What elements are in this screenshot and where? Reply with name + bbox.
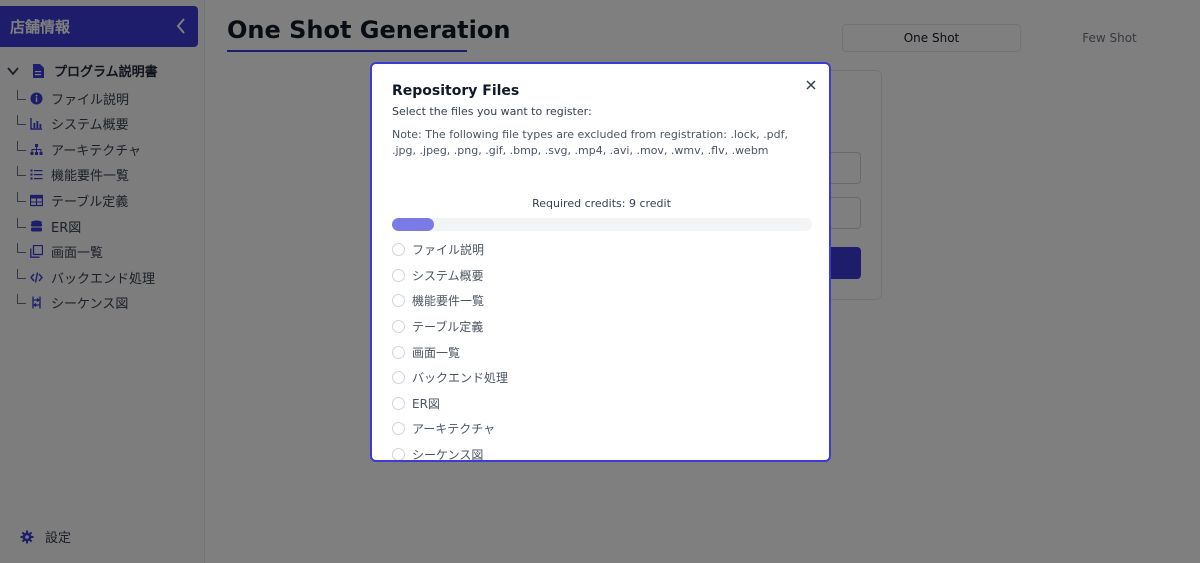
radio-button[interactable] — [392, 448, 405, 460]
modal-body: Repository Files Select the files you wa… — [372, 64, 829, 460]
file-label: ファイル説明 — [412, 243, 485, 258]
list-item[interactable]: アーキテクチャ — [392, 416, 812, 442]
file-label: アーキテクチャ — [412, 422, 496, 437]
radio-button[interactable] — [392, 268, 405, 282]
modal-title: Repository Files — [392, 83, 520, 99]
radio-button[interactable] — [392, 422, 405, 436]
file-label: 画面一覧 — [412, 345, 461, 360]
file-label: ER図 — [412, 396, 440, 411]
file-label: バックエンド処理 — [412, 371, 509, 386]
file-label: 機能要件一覧 — [412, 294, 485, 309]
list-item[interactable]: シーケンス図 — [392, 442, 812, 462]
list-item[interactable]: 機能要件一覧 — [392, 288, 812, 314]
list-item[interactable]: システム概要 — [392, 263, 812, 289]
file-label: テーブル定義 — [412, 320, 484, 335]
repository-files-modal: Repository Files Select the files you wa… — [370, 62, 831, 462]
list-item[interactable]: 画面一覧 — [392, 339, 812, 365]
radio-button[interactable] — [392, 294, 405, 308]
radio-button[interactable] — [392, 345, 405, 359]
radio-button[interactable] — [392, 320, 405, 334]
required-credits: Required credits: 9 credit — [532, 197, 671, 210]
progress-fill — [392, 218, 434, 231]
radio-button[interactable] — [392, 396, 405, 410]
file-list: ファイル説明 システム概要 機能要件一覧 テーブル定義 画面一覧 バックエンド処… — [392, 237, 812, 462]
list-item[interactable]: テーブル定義 — [392, 314, 812, 340]
close-icon[interactable] — [805, 79, 817, 91]
list-item[interactable]: ER図 — [392, 391, 812, 417]
file-label: システム概要 — [412, 268, 484, 283]
file-label: シーケンス図 — [412, 448, 484, 462]
radio-button[interactable] — [392, 243, 405, 257]
modal-subtitle: Select the files you want to register: — [392, 105, 592, 118]
radio-button[interactable] — [392, 371, 405, 385]
list-item[interactable]: ファイル説明 — [392, 237, 812, 263]
credits-progress-bar — [392, 218, 812, 231]
excluded-types-note: Note: The following file types are exclu… — [392, 128, 788, 157]
list-item[interactable]: バックエンド処理 — [392, 365, 812, 391]
